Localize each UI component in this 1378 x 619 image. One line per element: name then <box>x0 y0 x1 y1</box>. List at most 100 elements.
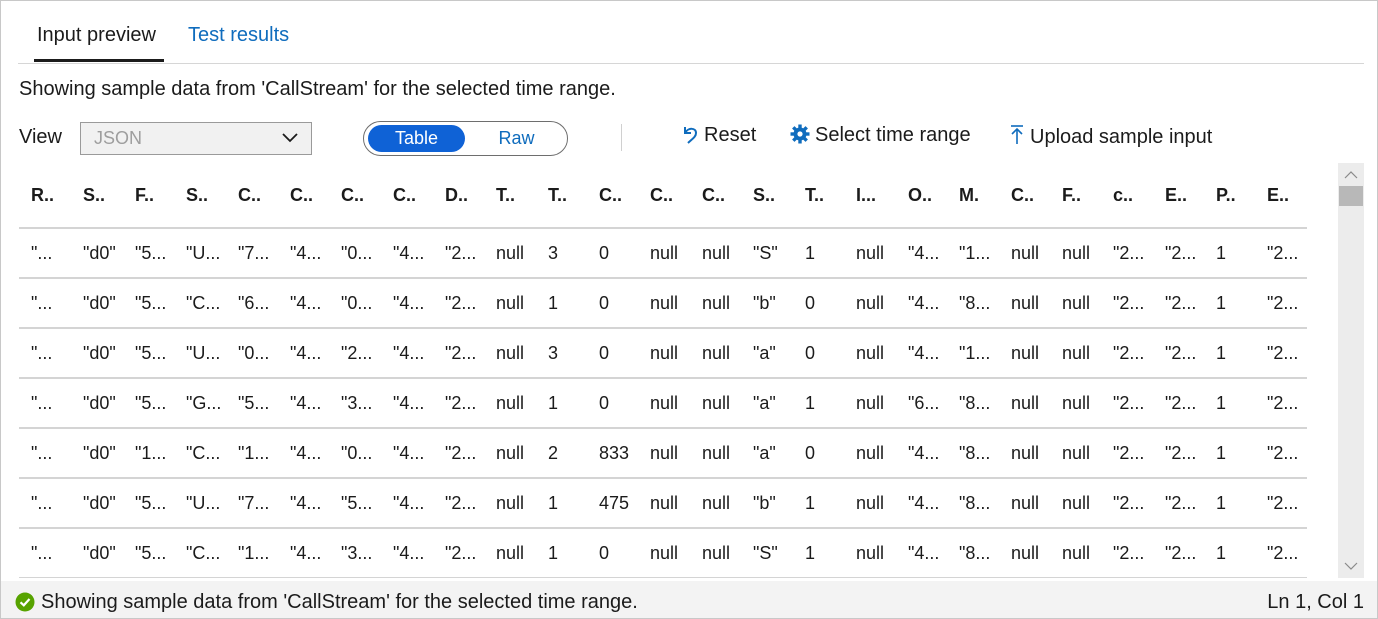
toggle-table[interactable]: Table <box>368 125 465 152</box>
cell-value: 3 <box>548 342 559 363</box>
cell-value: "4... <box>908 542 940 563</box>
column-header[interactable]: C.. <box>638 163 690 228</box>
column-header-label: S.. <box>83 184 106 205</box>
column-header[interactable]: O.. <box>896 163 947 228</box>
scrollbar-thumb[interactable] <box>1339 186 1363 206</box>
table-cell: "... <box>19 428 71 478</box>
column-header[interactable]: R.. <box>19 163 71 228</box>
table-cell: null <box>1050 528 1101 578</box>
column-header[interactable]: P.. <box>1204 163 1255 228</box>
column-header[interactable]: M. <box>947 163 999 228</box>
column-header[interactable]: C.. <box>999 163 1050 228</box>
scroll-up-arrow-icon[interactable] <box>1338 165 1364 185</box>
tab-test-results[interactable]: Test results <box>188 24 289 47</box>
cell-value: "4... <box>290 292 322 313</box>
table-row[interactable]: "... "d0" "5... "U... "7... "4... "0... "4... "2… <box>19 228 1307 278</box>
upload-sample-input-button[interactable]: Upload sample input <box>1009 124 1212 149</box>
table-cell: "... <box>19 378 71 428</box>
cell-value: "4... <box>290 392 322 413</box>
column-header-label: C.. <box>238 184 262 205</box>
table-row[interactable]: "... "d0" "1... "C... "1... "4... "0... "4... "2… <box>19 428 1307 478</box>
cell-value: 1 <box>805 492 816 513</box>
cell-value: "a" <box>753 442 776 463</box>
column-header-label: S.. <box>186 184 209 205</box>
column-header[interactable]: E.. <box>1255 163 1307 228</box>
vertical-scrollbar[interactable] <box>1338 163 1364 578</box>
table-cell: "C... <box>174 278 226 328</box>
column-header[interactable]: I... <box>844 163 896 228</box>
table-cell: null <box>1050 378 1101 428</box>
table-cell: "2... <box>329 328 381 378</box>
data-grid: R.. S.. F.. S.. C.. C.. C.. C.. D.. T.. T.. C.. C.. C… <box>19 163 1337 578</box>
view-format-dropdown[interactable]: JSON <box>80 122 312 155</box>
cell-value: "8... <box>959 442 991 463</box>
column-header[interactable]: C.. <box>381 163 433 228</box>
cell-value: "2... <box>1267 292 1299 313</box>
table-cell: 1 <box>1204 228 1255 278</box>
column-header-label: R.. <box>31 184 55 205</box>
column-header[interactable]: C.. <box>587 163 638 228</box>
select-time-range-button[interactable]: Select time range <box>790 124 971 147</box>
column-header[interactable]: D.. <box>433 163 484 228</box>
cell-value: 0 <box>805 442 816 463</box>
table-row[interactable]: "... "d0" "5... "G... "5... "4... "3... "4... "2… <box>19 378 1307 428</box>
column-header[interactable]: C.. <box>690 163 741 228</box>
cell-value: "4... <box>908 342 940 363</box>
cell-value: null <box>496 492 525 513</box>
column-header[interactable]: S.. <box>741 163 793 228</box>
column-header-label: F.. <box>1062 184 1082 205</box>
cell-value: "2... <box>445 342 477 363</box>
table-cell: "d0" <box>71 278 123 328</box>
column-header[interactable]: C.. <box>278 163 329 228</box>
cell-value: "U... <box>186 242 221 263</box>
table-cell: "a" <box>741 378 793 428</box>
table-cell: "1... <box>123 428 174 478</box>
table-cell: "4... <box>278 428 329 478</box>
table-cell: "... <box>19 278 71 328</box>
column-header[interactable]: F.. <box>1050 163 1101 228</box>
table-row[interactable]: "... "d0" "5... "C... "1... "4... "3... "4... "2… <box>19 528 1307 578</box>
table-cell: "a" <box>741 328 793 378</box>
cell-value: "4... <box>393 492 425 513</box>
table-cell: "4... <box>381 328 433 378</box>
column-header[interactable]: T.. <box>536 163 587 228</box>
cell-value: null <box>496 392 525 413</box>
table-cell: "2... <box>433 478 484 528</box>
column-header[interactable]: C.. <box>329 163 381 228</box>
table-cell: "4... <box>381 228 433 278</box>
table-cell: null <box>638 528 690 578</box>
table-row[interactable]: "... "d0" "5... "U... "7... "4... "5... "4... "2… <box>19 478 1307 528</box>
column-header[interactable]: E.. <box>1153 163 1204 228</box>
tab-input-preview[interactable]: Input preview <box>37 24 156 47</box>
table-cell: 1 <box>793 228 844 278</box>
column-header[interactable]: C.. <box>226 163 278 228</box>
cell-value: null <box>496 542 525 563</box>
table-cell: null <box>638 428 690 478</box>
table-cell: 0 <box>793 328 844 378</box>
cell-value: "5... <box>135 492 167 513</box>
column-header[interactable]: S.. <box>71 163 123 228</box>
table-cell: "d0" <box>71 328 123 378</box>
cell-value: null <box>856 492 885 513</box>
column-header[interactable]: c.. <box>1101 163 1153 228</box>
cell-value: null <box>1062 492 1091 513</box>
cell-value: "5... <box>341 492 373 513</box>
column-header[interactable]: T.. <box>793 163 844 228</box>
cell-value: null <box>1011 542 1040 563</box>
cell-value: null <box>702 242 731 263</box>
table-cell: "5... <box>123 228 174 278</box>
cell-value: "4... <box>908 242 940 263</box>
column-header[interactable]: T.. <box>484 163 536 228</box>
column-header[interactable]: S.. <box>174 163 226 228</box>
table-row[interactable]: "... "d0" "5... "U... "0... "4... "2... "4... "2… <box>19 328 1307 378</box>
scroll-down-arrow-icon[interactable] <box>1338 556 1364 576</box>
column-header[interactable]: F.. <box>123 163 174 228</box>
reset-button[interactable]: Reset <box>681 124 756 147</box>
table-cell: "a" <box>741 428 793 478</box>
column-header-label: T.. <box>496 184 516 205</box>
table-cell: null <box>844 378 896 428</box>
toggle-raw[interactable]: Raw <box>468 125 565 152</box>
table-row[interactable]: "... "d0" "5... "C... "6... "4... "0... "4... "2… <box>19 278 1307 328</box>
table-cell: 0 <box>587 528 638 578</box>
cell-value: null <box>702 292 731 313</box>
